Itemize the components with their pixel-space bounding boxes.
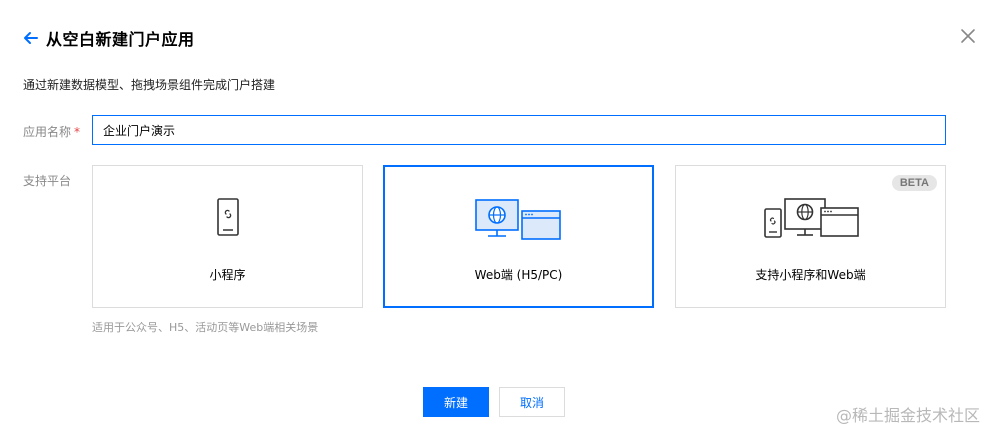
beta-badge: BETA — [891, 175, 937, 191]
create-button[interactable]: 新建 — [423, 387, 489, 417]
platform-card-label: Web端 (H5/PC) — [474, 268, 563, 282]
multi-device-icon — [676, 196, 945, 240]
watermark: @稀土掘金技术社区 — [835, 406, 980, 425]
app-name-input[interactable] — [92, 115, 946, 145]
platform-card-both[interactable]: BETA 支持小程序和Web端 — [675, 165, 946, 308]
name-label-text: 应用名称 — [23, 125, 72, 139]
mobile-miniprogram-icon — [93, 196, 362, 238]
close-icon[interactable] — [960, 28, 976, 44]
platform-card-miniprogram[interactable]: 小程序 — [92, 165, 363, 308]
platform-hint: 适用于公众号、H5、活动页等Web端相关场景 — [92, 321, 319, 334]
required-mark: * — [74, 125, 81, 139]
platform-label: 支持平台 — [23, 174, 72, 188]
platform-card-label: 小程序 — [209, 268, 246, 282]
page-subtitle: 通过新建数据模型、拖拽场景组件完成门户搭建 — [23, 78, 276, 92]
platform-card-web[interactable]: Web端 (H5/PC) — [383, 165, 654, 308]
dialog-header: 从空白新建门户应用 — [22, 26, 195, 50]
cancel-button[interactable]: 取消 — [499, 387, 565, 417]
web-browser-globe-icon — [385, 197, 652, 241]
arrow-left-icon[interactable] — [22, 29, 40, 47]
page-title: 从空白新建门户应用 — [46, 30, 195, 49]
name-label: 应用名称 * — [23, 123, 80, 140]
platform-card-label: 支持小程序和Web端 — [755, 268, 866, 282]
